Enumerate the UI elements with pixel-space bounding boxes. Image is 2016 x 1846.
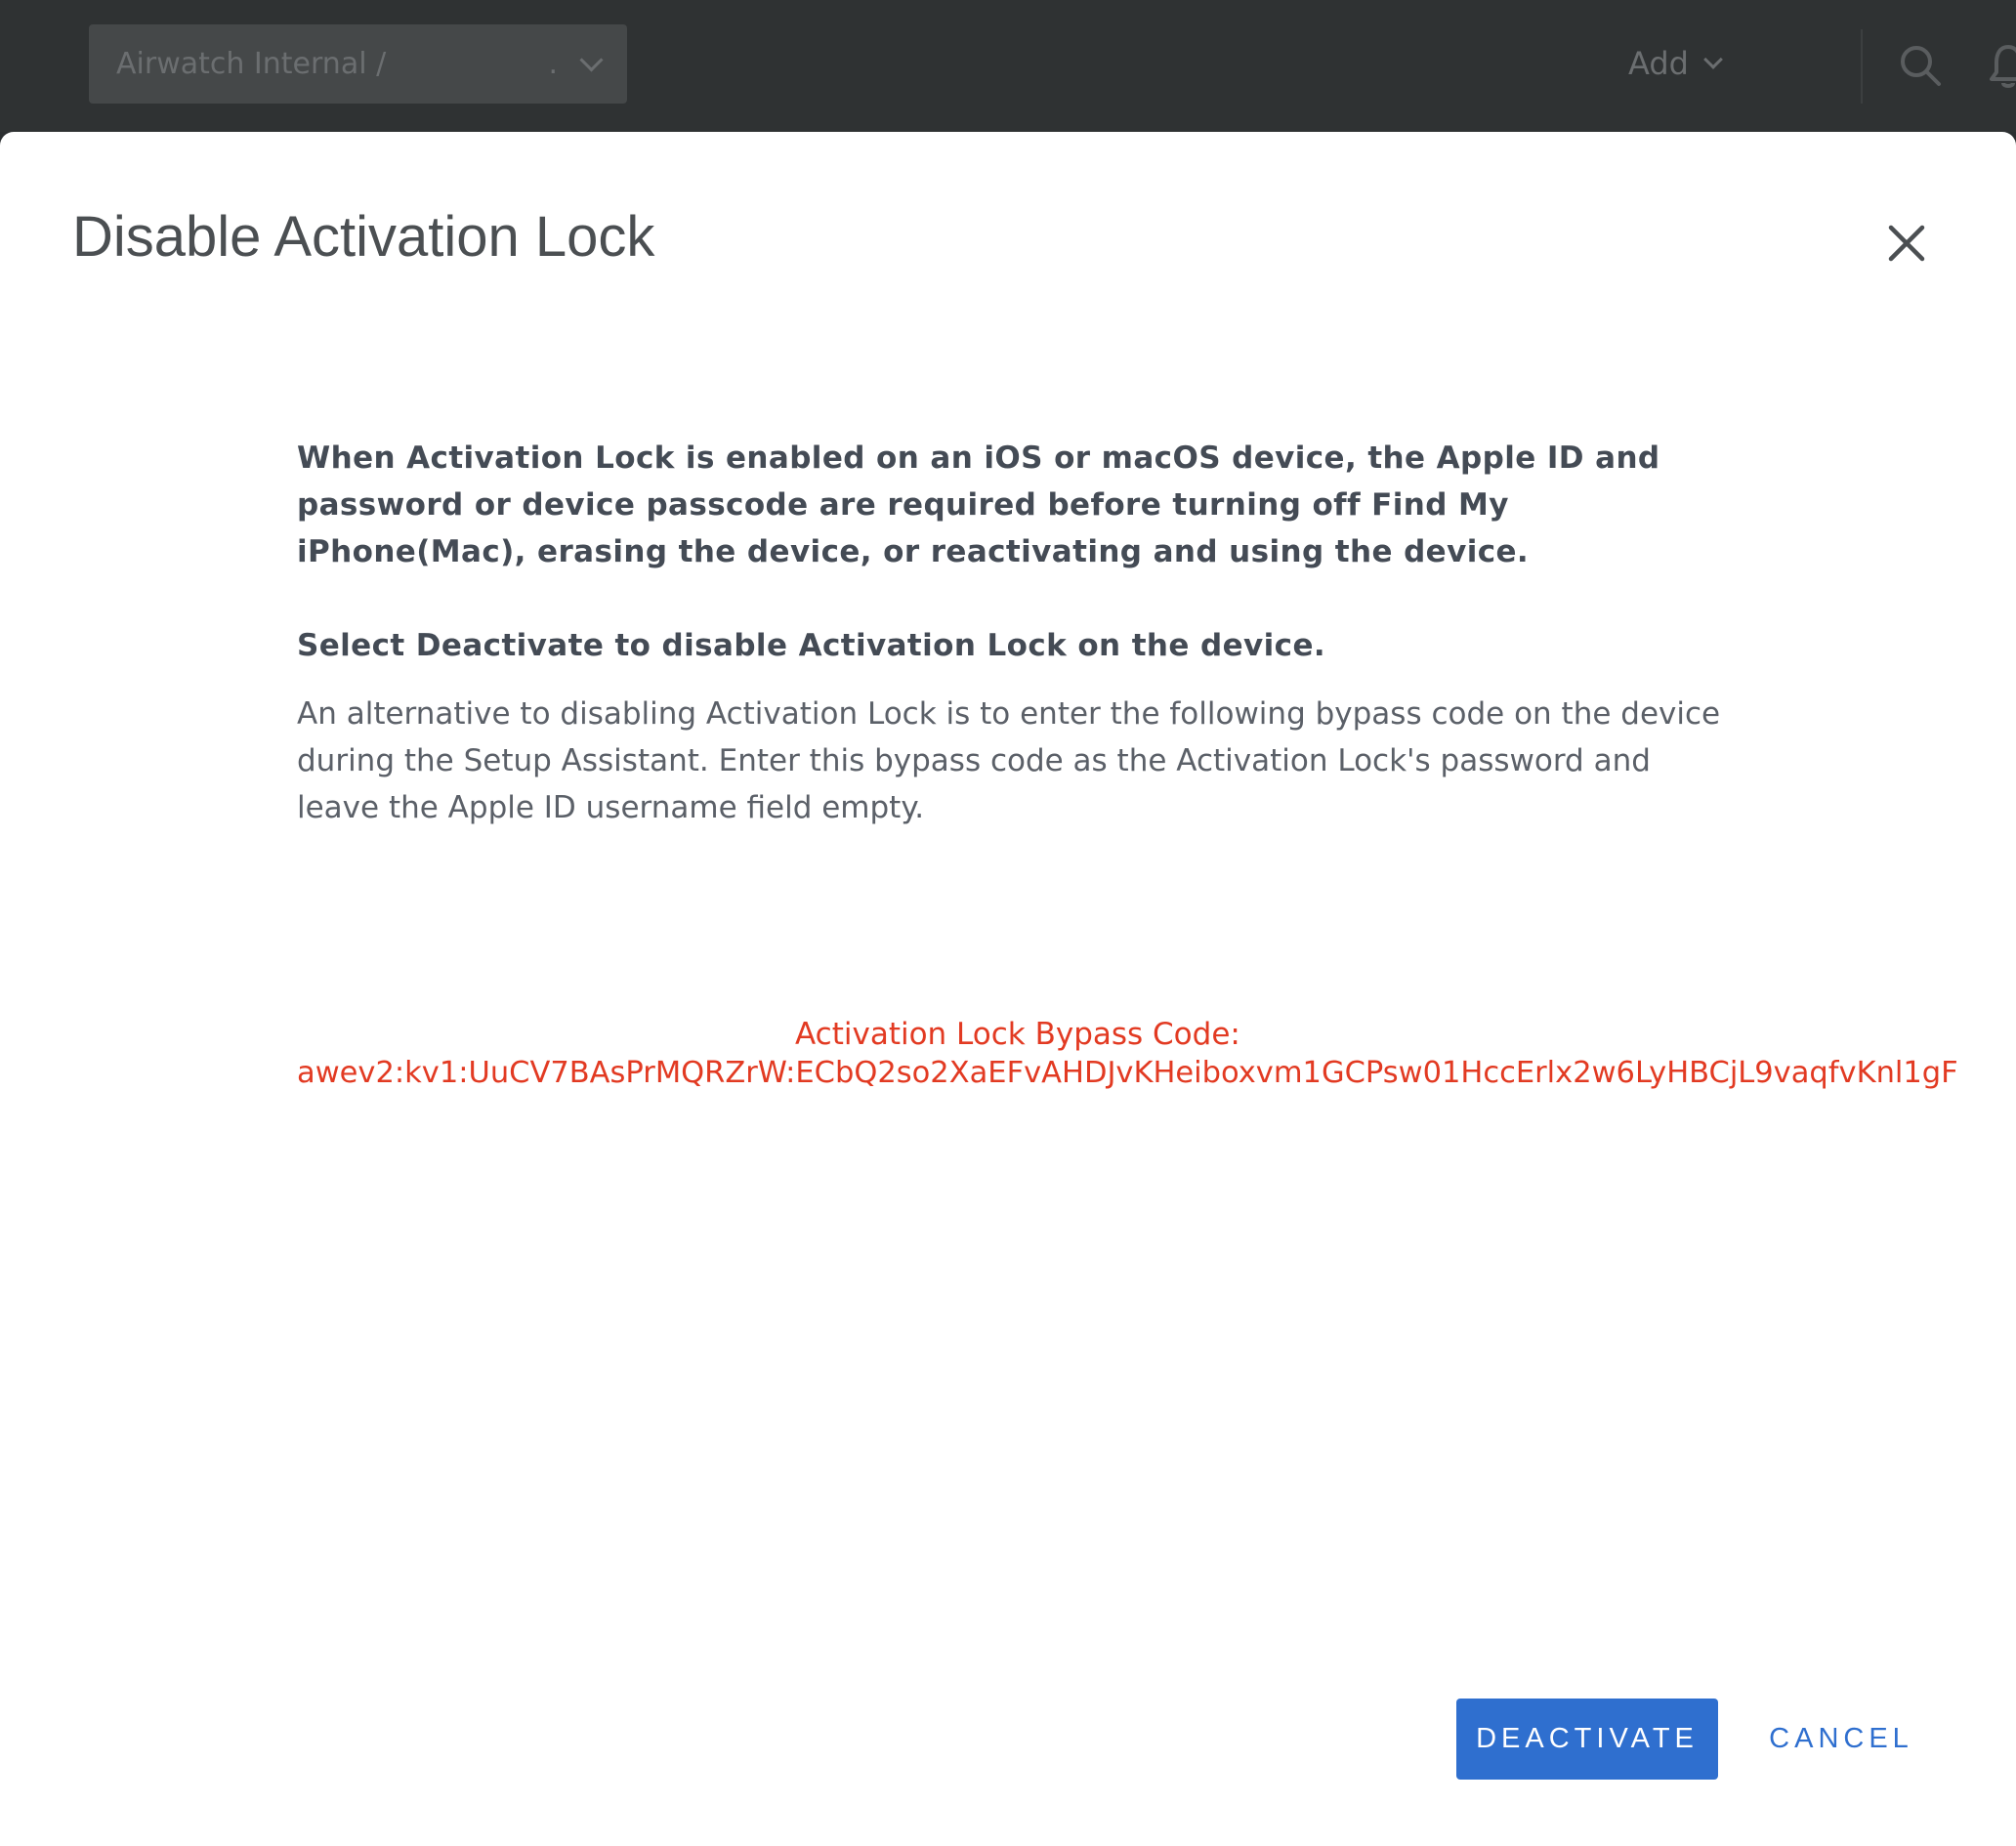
- bypass-alternative-description: An alternative to disabling Activation L…: [297, 696, 1721, 825]
- dialog-title: Disable Activation Lock: [72, 205, 655, 269]
- bypass-code-block: Activation Lock Bypass Code: awev2:kv1:U…: [297, 1016, 1958, 1092]
- close-icon[interactable]: [1881, 218, 1932, 269]
- add-menu-label: Add: [1628, 45, 1689, 82]
- deactivate-instruction: Select Deactivate to disable Activation …: [297, 628, 1326, 663]
- add-menu-button[interactable]: Add: [1628, 39, 1723, 88]
- activation-lock-description: When Activation Lock is enabled on an iO…: [297, 441, 1660, 569]
- deactivate-button[interactable]: DEACTIVATE: [1456, 1699, 1718, 1780]
- app-header: Airwatch Internal / . Add: [0, 0, 2016, 132]
- organization-group-select[interactable]: Airwatch Internal / .: [89, 24, 627, 104]
- disable-activation-lock-dialog: Disable Activation Lock When Activation …: [0, 132, 2016, 1846]
- bypass-code-label: Activation Lock Bypass Code:: [795, 1017, 1240, 1052]
- cancel-button[interactable]: CANCEL: [1758, 1699, 1924, 1780]
- bell-icon[interactable]: [1989, 43, 2016, 90]
- bypass-code-value: awev2:kv1:UuCV7BAsPrMQRZrW:ECbQ2so2XaEFv…: [297, 1056, 1958, 1090]
- organization-group-label: Airwatch Internal /: [116, 47, 387, 81]
- search-icon[interactable]: [1899, 44, 1942, 87]
- chevron-down-icon: [1703, 50, 1723, 69]
- organization-group-suffix: .: [548, 47, 558, 81]
- chevron-down-icon: [579, 48, 604, 72]
- header-divider: [1861, 29, 1863, 104]
- dialog-body: When Activation Lock is enabled on an iO…: [297, 435, 1723, 831]
